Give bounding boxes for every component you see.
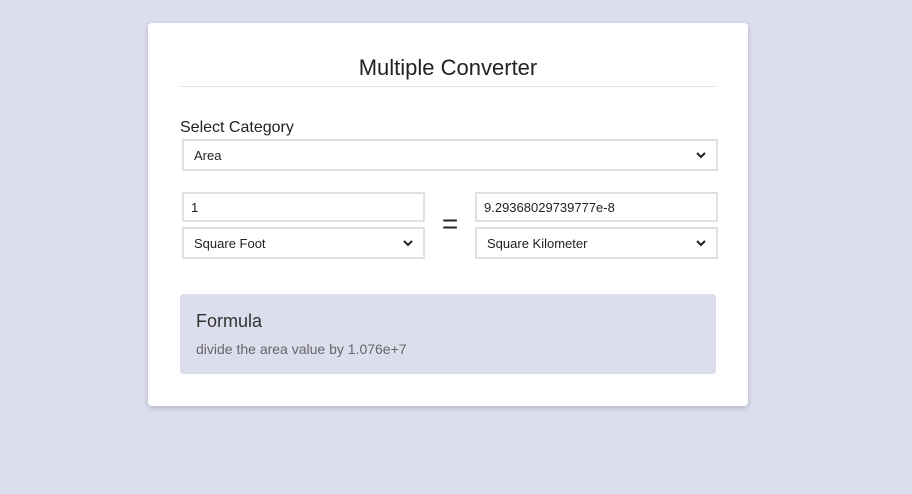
chevron-down-icon [403,238,413,248]
converter-card: Multiple Converter Select Category Area … [148,23,748,406]
to-unit-selected-value: Square Kilometer [487,235,588,251]
formula-text: divide the area value by 1.076e+7 [196,341,407,357]
category-select[interactable]: Area [182,139,718,171]
from-unit-selected-value: Square Foot [194,235,266,251]
equals-sign: = [441,208,459,239]
title-divider [180,86,716,87]
chevron-down-icon [696,150,706,160]
to-unit-select[interactable]: Square Kilometer [475,227,718,259]
category-label: Select Category [180,119,294,136]
from-unit-select[interactable]: Square Foot [182,227,425,259]
chevron-down-icon [696,238,706,248]
formula-panel: Formula divide the area value by 1.076e+… [180,294,716,374]
page-title: Multiple Converter [358,55,538,80]
from-value-input[interactable]: 1 [182,192,425,222]
formula-title: Formula [196,311,263,331]
from-value-text: 1 [191,199,199,215]
to-value-input[interactable]: 9.29368029739777e-8 [475,192,718,222]
category-selected-value: Area [194,147,222,163]
to-value-text: 9.29368029739777e-8 [484,199,615,215]
